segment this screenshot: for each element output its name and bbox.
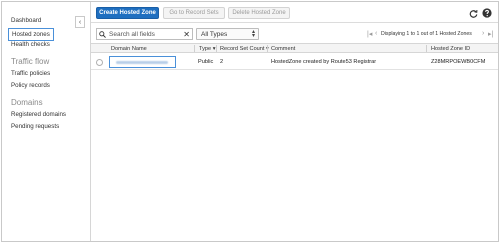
toolbar-divider	[91, 22, 498, 23]
sidebar-item-traffic-policies[interactable]: Traffic policies	[11, 70, 50, 77]
search-icon	[99, 31, 106, 40]
pagination-status: Displaying 1 to 1 out of 1 Hosted Zones	[381, 31, 472, 37]
app-frame: Dashboard Hosted zones Health checks Tra…	[1, 1, 499, 242]
collapse-sidebar-button[interactable]: ‹	[75, 16, 85, 28]
column-header-domain-name[interactable]: Domain Name	[111, 46, 147, 52]
column-header-comment[interactable]: Comment	[271, 46, 295, 52]
search-placeholder: Search all fields	[109, 31, 155, 38]
sidebar-item-health-checks[interactable]: Health checks	[11, 41, 50, 48]
next-page-icon[interactable]: ›	[482, 30, 484, 37]
cell-comment: HostedZone created by Route53 Registrar	[271, 59, 377, 65]
help-icon[interactable]	[482, 8, 492, 18]
last-page-icon[interactable]: ▸|	[488, 30, 493, 38]
sidebar-item-registered-domains[interactable]: Registered domains	[11, 111, 66, 118]
column-header-type[interactable]: Type ▾	[199, 46, 216, 52]
column-separator	[267, 45, 268, 52]
refresh-icon[interactable]	[468, 8, 478, 18]
sidebar: Dashboard Hosted zones Health checks Tra…	[2, 2, 85, 241]
column-header-record-set-count[interactable]: Record Set Count ▾	[220, 46, 269, 52]
cell-hosted-zone-id: Z28MRPOEWB0CFM	[431, 59, 486, 65]
table-row[interactable]: Public 2 HostedZone created by Route53 R…	[91, 55, 498, 70]
create-hosted-zone-button[interactable]: Create Hosted Zone	[96, 7, 159, 19]
prev-page-icon[interactable]: ‹	[375, 30, 377, 37]
go-to-record-sets-button[interactable]: Go to Record Sets	[163, 7, 225, 19]
type-filter-select[interactable]: All Types ▴ ▾	[196, 28, 259, 40]
sidebar-item-dashboard[interactable]: Dashboard	[11, 17, 41, 24]
section-heading-traffic-flow: Traffic flow	[11, 57, 50, 66]
column-separator	[216, 45, 217, 52]
delete-hosted-zone-button[interactable]: Delete Hosted Zone	[228, 7, 290, 19]
main-panel: Create Hosted Zone Go to Record Sets Del…	[91, 2, 498, 241]
column-header-hosted-zone-id[interactable]: Hosted Zone ID	[431, 46, 470, 52]
search-input[interactable]: Search all fields ✕	[96, 28, 193, 40]
cell-record-count: 2	[220, 59, 224, 65]
first-page-icon[interactable]: |◂	[367, 30, 372, 38]
domain-name-link[interactable]	[109, 56, 176, 68]
cell-type: Public	[198, 59, 214, 65]
row-select-radio[interactable]	[96, 59, 103, 66]
select-arrows-icon: ▴ ▾	[251, 29, 255, 39]
column-separator	[194, 45, 195, 52]
sidebar-item-policy-records[interactable]: Policy records	[11, 82, 50, 89]
sidebar-item-pending-requests[interactable]: Pending requests	[11, 123, 59, 130]
redacted-domain	[116, 61, 168, 64]
type-filter-value: All Types	[201, 31, 228, 38]
table-header: Domain Name Type ▾ Record Set Count ▾ Co…	[91, 43, 498, 53]
clear-search-icon[interactable]: ✕	[183, 30, 190, 39]
column-separator	[426, 45, 427, 52]
chevron-left-icon: ‹	[78, 18, 82, 26]
sidebar-item-hosted-zones[interactable]: Hosted zones	[8, 28, 54, 41]
section-heading-domains: Domains	[11, 98, 43, 107]
